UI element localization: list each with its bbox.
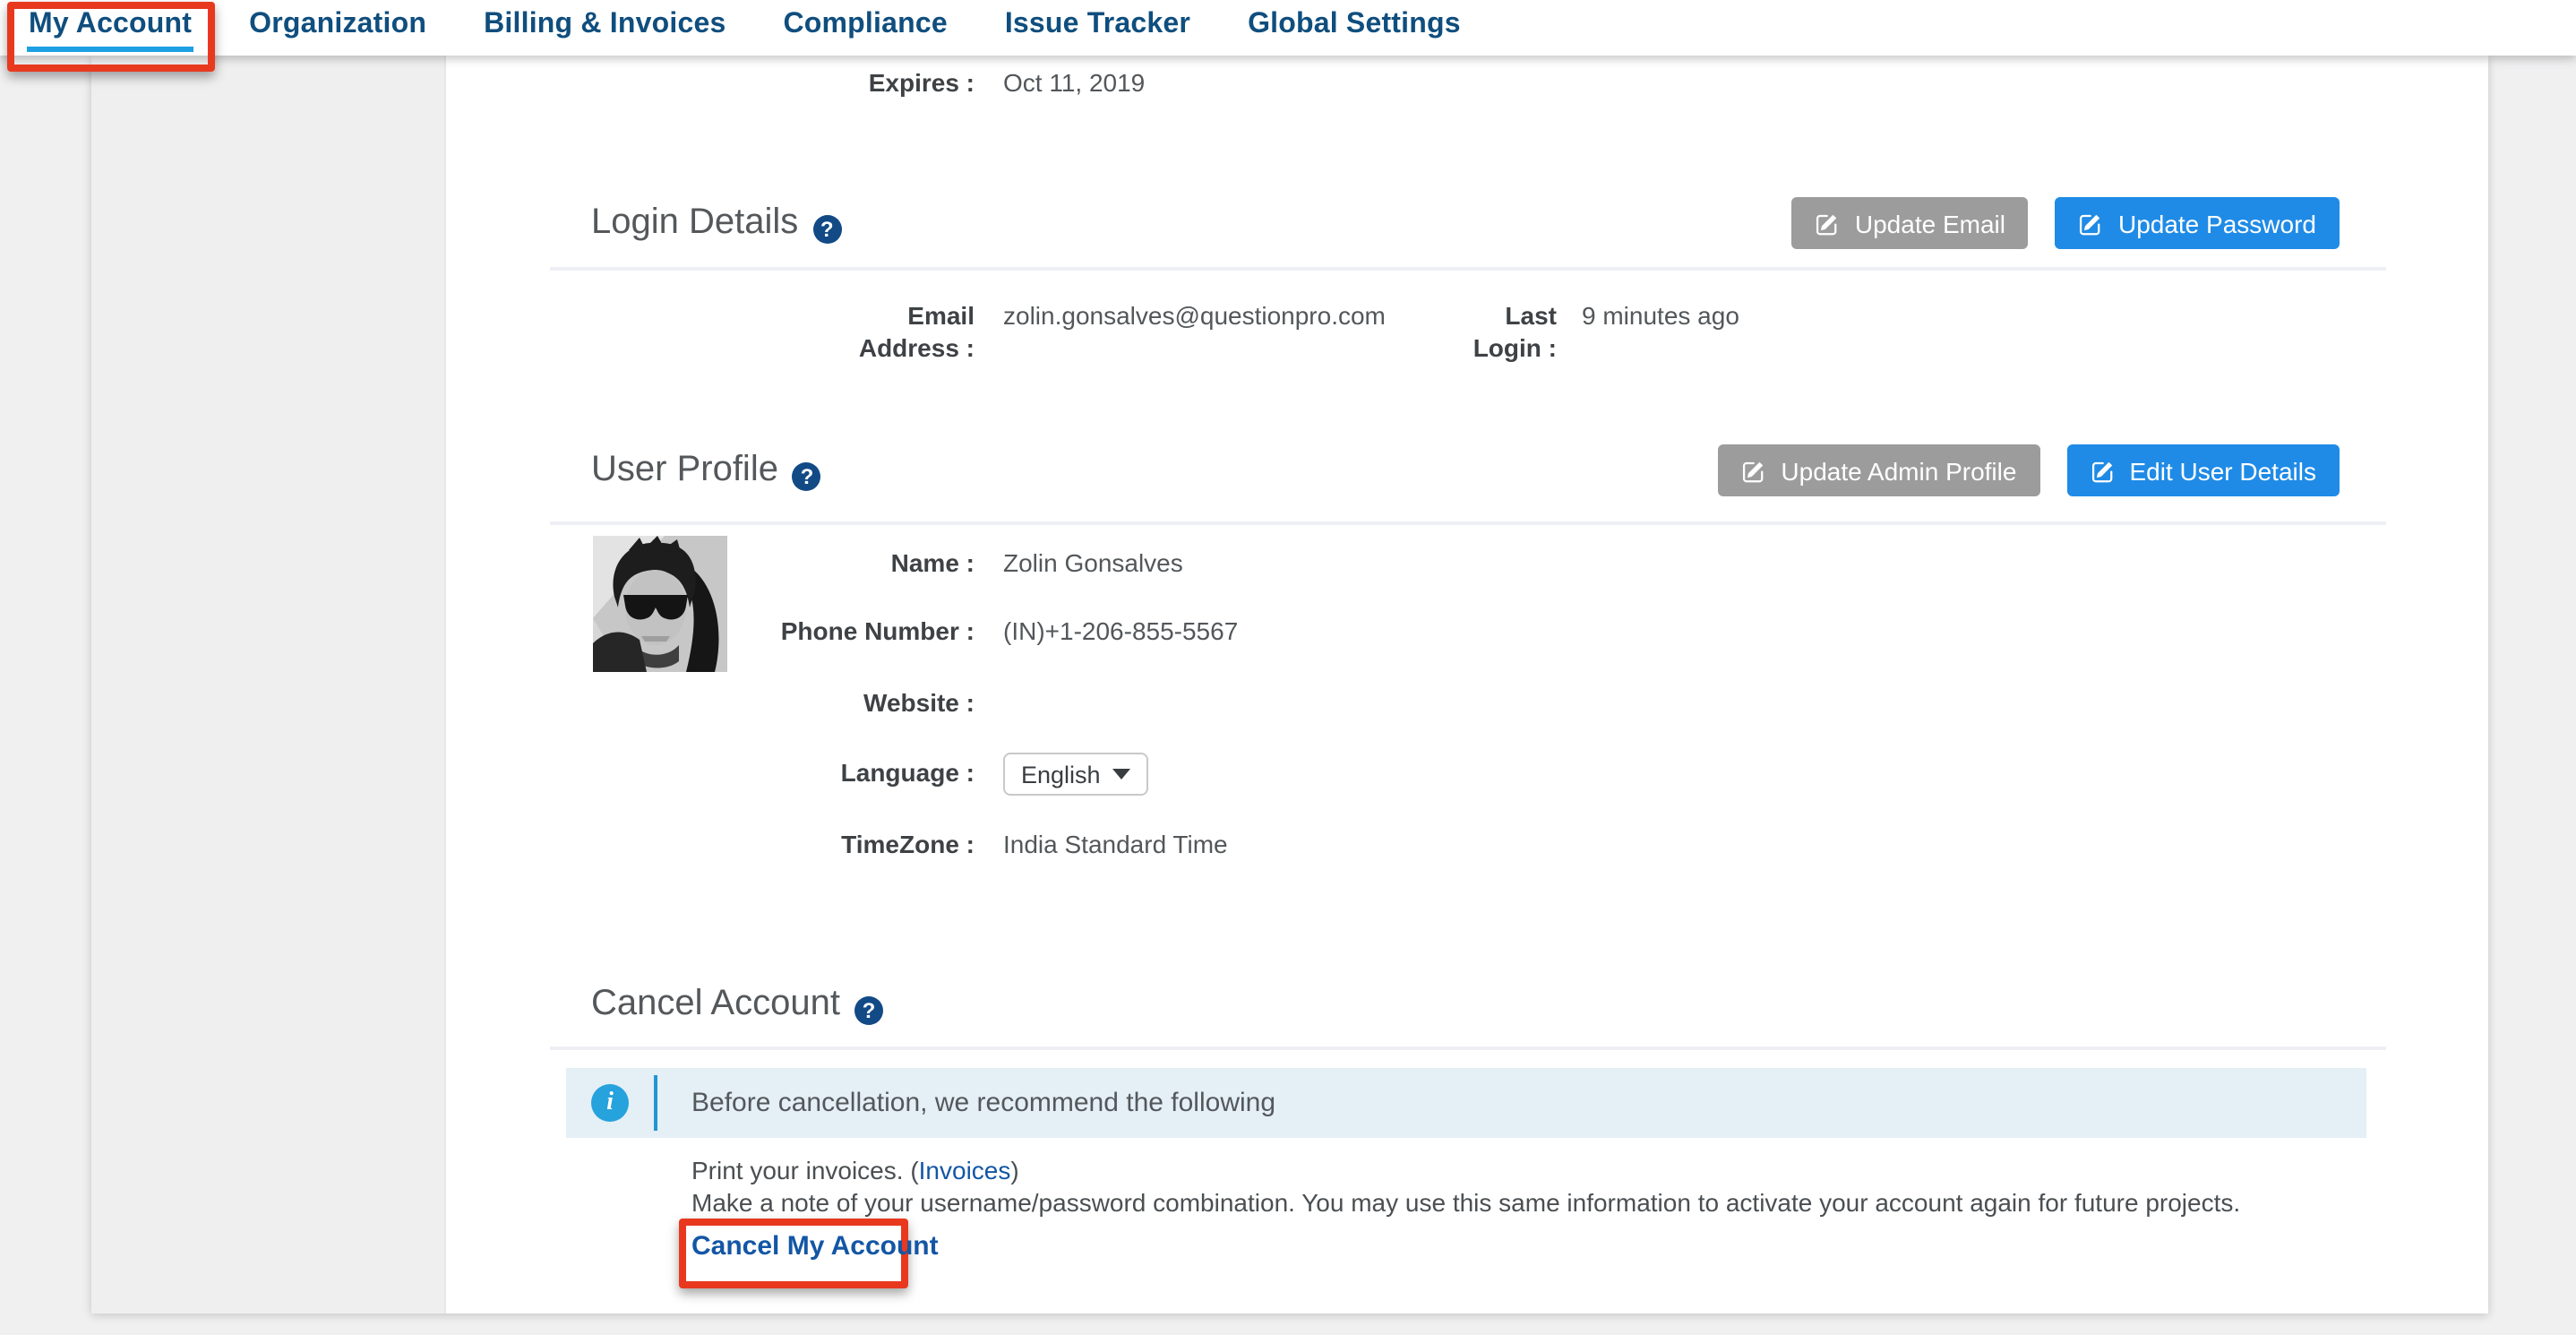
tab-my-account[interactable]: My Account xyxy=(0,0,220,56)
user-profile-actions: Update Admin Profile Edit User Details xyxy=(444,444,2340,496)
edit-user-details-label: Edit User Details xyxy=(2129,456,2316,485)
language-label: Language : xyxy=(444,756,975,788)
language-dropdown[interactable]: English xyxy=(1003,753,1149,796)
sidebar xyxy=(91,56,446,1313)
banner-text: Before cancellation, we recommend the fo… xyxy=(691,1068,1275,1138)
email-label-line1: Email xyxy=(444,299,975,332)
info-banner: i Before cancellation, we recommend the … xyxy=(566,1068,2366,1138)
tab-organization[interactable]: Organization xyxy=(220,0,455,56)
language-selected-value: English xyxy=(1021,761,1101,788)
login-details-actions: Update Email Update Password xyxy=(444,197,2340,249)
username-note-line: Make a note of your username/password co… xyxy=(691,1186,2240,1219)
info-icon: i xyxy=(591,1084,629,1122)
timezone-value: India Standard Time xyxy=(1003,828,1228,860)
tab-billing-invoices-label: Billing & Invoices xyxy=(482,4,727,51)
tab-compliance-label: Compliance xyxy=(781,4,949,51)
cancel-account-heading: Cancel Account? xyxy=(591,980,883,1027)
edit-icon xyxy=(2079,211,2104,236)
expires-value: Oct 11, 2019 xyxy=(1003,66,1145,99)
tab-compliance[interactable]: Compliance xyxy=(754,0,975,56)
cancel-my-account-link[interactable]: Cancel My Account xyxy=(691,1229,939,1263)
top-navigation: My Account Organization Billing & Invoic… xyxy=(0,0,2576,56)
tab-global-settings[interactable]: Global Settings xyxy=(1219,0,1490,56)
email-address-value: zolin.gonsalves@questionpro.com xyxy=(1003,299,1386,332)
tab-organization-label: Organization xyxy=(247,4,428,51)
section-divider xyxy=(550,267,2386,271)
update-email-button[interactable]: Update Email xyxy=(1792,197,2029,249)
last-login-value: 9 minutes ago xyxy=(1582,299,1739,332)
edit-user-details-button[interactable]: Edit User Details xyxy=(2066,444,2340,496)
update-email-label: Update Email xyxy=(1855,209,2005,237)
edit-icon xyxy=(2090,458,2115,483)
print-invoices-text-close: ) xyxy=(1010,1156,1018,1184)
section-divider xyxy=(550,1046,2386,1050)
phone-value: (IN)+1-206-855-5567 xyxy=(1003,615,1238,647)
tab-global-settings-label: Global Settings xyxy=(1246,4,1463,51)
update-password-label: Update Password xyxy=(2118,209,2316,237)
update-admin-profile-label: Update Admin Profile xyxy=(1781,456,2016,485)
section-divider xyxy=(550,521,2386,525)
help-icon[interactable]: ? xyxy=(854,996,883,1025)
page: My Account Organization Billing & Invoic… xyxy=(0,0,2576,1335)
email-label-line2: Address : xyxy=(444,332,975,364)
update-admin-profile-button[interactable]: Update Admin Profile xyxy=(1718,444,2039,496)
edit-icon xyxy=(1816,211,1841,236)
banner-divider xyxy=(654,1075,657,1131)
expires-label: Expires : xyxy=(444,66,975,99)
tab-issue-tracker-label: Issue Tracker xyxy=(1003,4,1192,51)
last-login-label-line1: Last xyxy=(1340,299,1557,332)
tab-issue-tracker[interactable]: Issue Tracker xyxy=(976,0,1219,56)
name-value: Zolin Gonsalves xyxy=(1003,547,1183,579)
website-label: Website : xyxy=(444,686,975,719)
invoices-link[interactable]: Invoices xyxy=(919,1156,1011,1184)
main-panel: Expires : Oct 11, 2019 Login Details? Up… xyxy=(91,56,2488,1313)
account-content: Expires : Oct 11, 2019 Login Details? Up… xyxy=(444,56,2488,1313)
print-invoices-text: Print your invoices. ( xyxy=(691,1156,919,1184)
email-address-label: Email Address : xyxy=(444,299,975,364)
edit-icon xyxy=(1741,458,1766,483)
last-login-label-line2: Login : xyxy=(1340,332,1557,364)
name-label: Name : xyxy=(444,547,975,579)
update-password-button[interactable]: Update Password xyxy=(2056,197,2340,249)
cancel-account-title: Cancel Account xyxy=(591,984,840,1023)
phone-label: Phone Number : xyxy=(444,615,975,647)
print-invoices-line: Print your invoices. (Invoices) xyxy=(691,1154,1019,1186)
tab-billing-invoices[interactable]: Billing & Invoices xyxy=(455,0,754,56)
last-login-label: Last Login : xyxy=(1340,299,1557,364)
chevron-down-icon xyxy=(1113,769,1131,779)
tab-my-account-label: My Account xyxy=(27,4,193,51)
timezone-label: TimeZone : xyxy=(444,828,975,860)
